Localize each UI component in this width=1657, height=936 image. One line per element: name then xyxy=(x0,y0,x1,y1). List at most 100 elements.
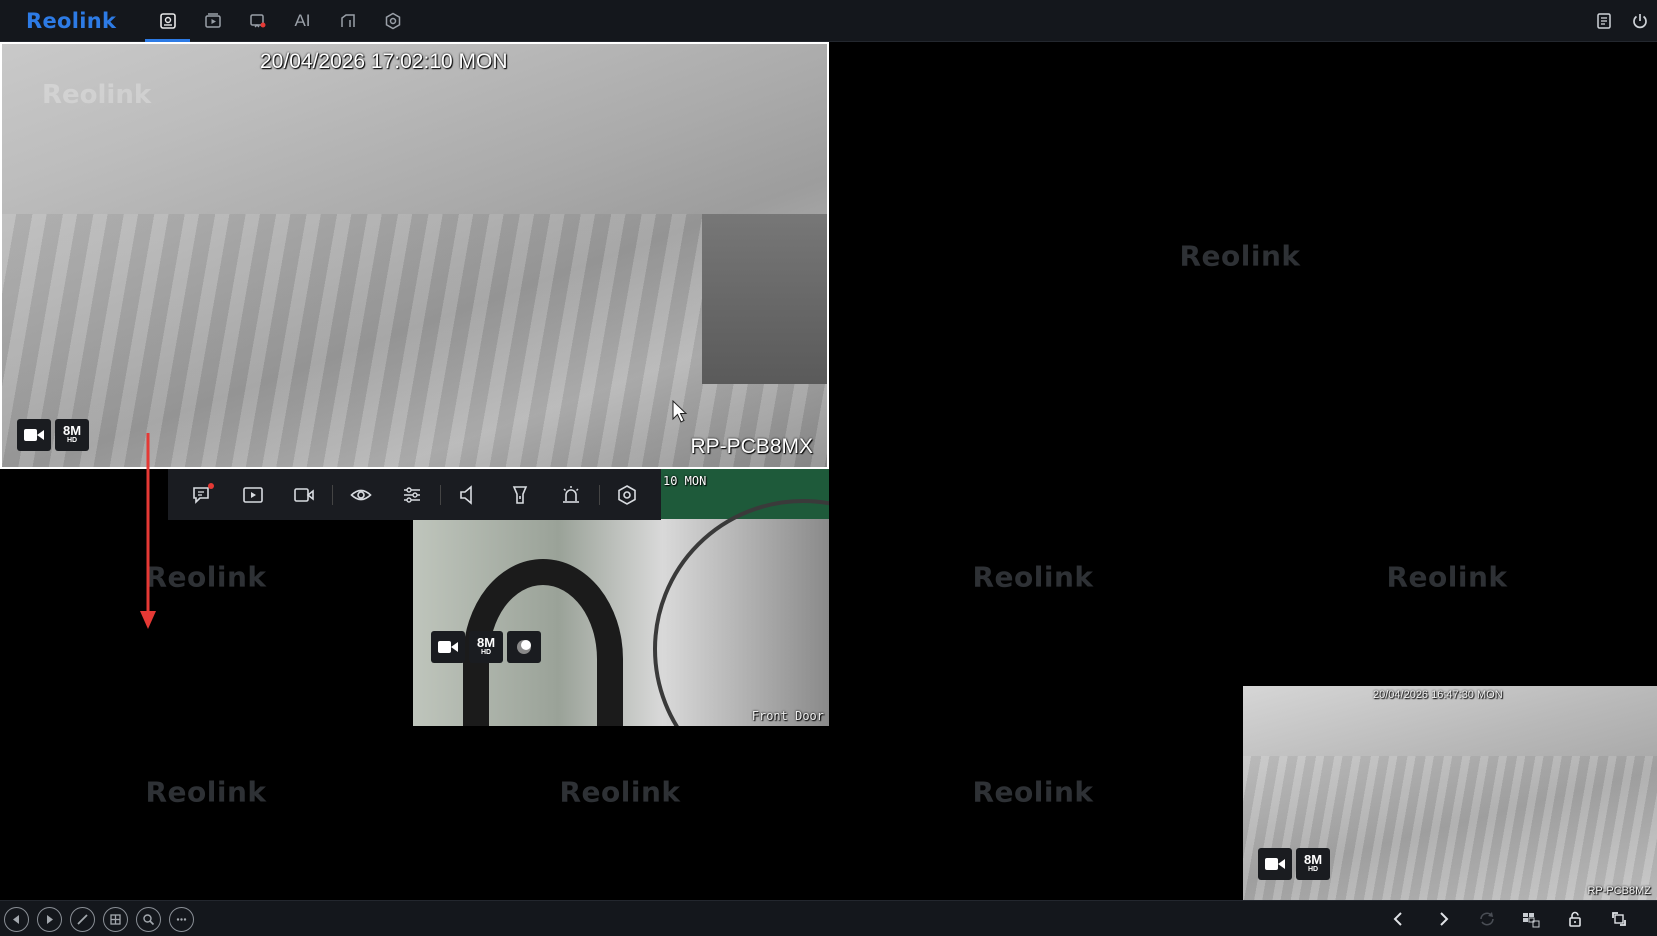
empty-slot-watermark: Reolink xyxy=(972,775,1094,809)
video-camera-icon xyxy=(24,429,44,441)
empty-slot-watermark: Reolink xyxy=(972,560,1094,594)
lock-icon xyxy=(1569,911,1581,927)
visibility-icon xyxy=(350,489,372,500)
settings-nav-icon xyxy=(385,12,400,30)
empty-slot-watermark: Reolink xyxy=(145,560,267,594)
playback-button[interactable] xyxy=(227,469,278,520)
toolbar-divider xyxy=(332,484,334,505)
camera-timestamp: 10 MON xyxy=(663,474,707,488)
resolution-label: 8M xyxy=(62,423,82,438)
chevron-left-icon xyxy=(1393,912,1402,926)
mouse-cursor-icon xyxy=(672,400,688,423)
main-nav: AI xyxy=(145,0,415,42)
lock-button[interactable] xyxy=(1565,909,1585,929)
fullscreen-icon xyxy=(1612,912,1626,926)
chevron-right-icon xyxy=(1440,912,1449,926)
camera-timestamp: 20/04/2026 17:02:10 MON xyxy=(260,50,508,73)
playback-nav-icon xyxy=(204,13,221,28)
notification-dot xyxy=(208,483,214,489)
nav-files[interactable] xyxy=(325,0,370,42)
previous-page-button[interactable] xyxy=(1389,909,1409,929)
alerts-nav-icon xyxy=(249,14,265,28)
fullscreen-button[interactable] xyxy=(1609,909,1629,929)
talk-button[interactable] xyxy=(176,469,227,520)
camera-tile-main[interactable]: Reolink 20/04/2026 17:02:10 MON RP-PCB8M… xyxy=(0,42,829,469)
nav-alerts[interactable] xyxy=(235,0,280,42)
adjust-button[interactable] xyxy=(386,469,437,520)
audio-button[interactable] xyxy=(443,469,494,520)
bottom-right-controls xyxy=(1389,901,1629,936)
video-feed-shadow xyxy=(702,214,827,384)
sequence-button[interactable] xyxy=(1477,909,1497,929)
resolution-badge: 8M HD xyxy=(55,419,89,451)
night-mode-badge xyxy=(507,631,541,663)
night-mode-icon xyxy=(517,640,531,654)
triangle-right-icon xyxy=(47,914,53,924)
empty-slot-watermark: Reolink xyxy=(1179,239,1301,273)
annotation-arrow xyxy=(140,433,156,629)
empty-slot-watermark: Reolink xyxy=(559,775,681,809)
ellipsis-icon xyxy=(176,917,187,921)
siren-icon xyxy=(563,485,580,503)
more-button[interactable] xyxy=(169,906,194,932)
ai-label: AI xyxy=(294,11,311,30)
grid-layout-icon xyxy=(1523,913,1540,928)
next-button[interactable] xyxy=(37,906,62,932)
camera-badges: 8M HD xyxy=(431,631,541,663)
resolution-label: 8M xyxy=(476,635,496,650)
resolution-badge: 8M HD xyxy=(1296,848,1330,880)
camera-settings-button[interactable] xyxy=(602,469,653,520)
resolution-sub-label: HD xyxy=(66,437,78,444)
record-status-badge xyxy=(431,631,465,663)
power-icon[interactable] xyxy=(1631,12,1649,30)
playback-icon xyxy=(243,486,263,503)
nav-settings[interactable] xyxy=(370,0,415,42)
nav-playback[interactable] xyxy=(190,0,235,42)
video-camera-icon xyxy=(1265,858,1285,870)
layout-icon xyxy=(110,913,121,925)
resolution-sub-label: HD xyxy=(1307,866,1319,873)
camera-name: RP-PCB8MZ xyxy=(1587,885,1651,897)
video-camera-icon xyxy=(438,641,458,653)
files-nav-icon xyxy=(340,14,355,27)
visibility-button[interactable] xyxy=(335,469,386,520)
camera-name: RP-PCB8MX xyxy=(690,435,813,458)
camera-tile-toolbar xyxy=(168,469,661,520)
resolution-sub-label: HD xyxy=(480,649,492,656)
feed-watermark: Reolink xyxy=(42,80,152,110)
bottom-bar xyxy=(0,900,1657,936)
triangle-left-icon xyxy=(13,914,19,924)
previous-button[interactable] xyxy=(4,906,29,932)
camera-tile-rp-pcb8mz[interactable]: 20/04/2026 16:47:30 MON RP-PCB8MZ 8M HD xyxy=(1243,686,1657,900)
resolution-badge: 8M HD xyxy=(469,631,503,663)
zoom-button[interactable] xyxy=(136,906,161,932)
record-status-badge xyxy=(1258,848,1292,880)
record-icon xyxy=(294,487,315,502)
record-button[interactable] xyxy=(279,469,330,520)
empty-slot-watermark: Reolink xyxy=(145,775,267,809)
reolink-logo: Reolink xyxy=(26,9,117,33)
live-view-icon xyxy=(159,13,176,29)
camera-timestamp: 20/04/2026 16:47:30 MON xyxy=(1373,689,1503,701)
layout-button[interactable] xyxy=(103,906,128,932)
nav-ai[interactable]: AI xyxy=(280,0,325,42)
notes-icon[interactable] xyxy=(1595,12,1613,30)
spotlight-icon xyxy=(512,485,527,504)
bottom-left-controls xyxy=(4,901,194,936)
spotlight-button[interactable] xyxy=(494,469,545,520)
grid-layout-button[interactable] xyxy=(1521,909,1541,929)
next-page-button[interactable] xyxy=(1433,909,1453,929)
sequence-icon xyxy=(1480,912,1494,926)
camera-grid: Reolink Reolink Reolink Reolink Reolink … xyxy=(0,42,1657,900)
video-feed-wire xyxy=(653,499,829,726)
camera-name: Front Door xyxy=(751,709,824,723)
edit-button[interactable] xyxy=(70,906,95,932)
siren-button[interactable] xyxy=(545,469,596,520)
audio-icon xyxy=(460,484,473,505)
nav-live-view[interactable] xyxy=(145,0,190,42)
record-status-badge xyxy=(17,419,51,451)
resolution-label: 8M xyxy=(1303,852,1323,867)
toolbar-divider xyxy=(598,484,600,505)
pencil-icon xyxy=(77,913,88,925)
settings-icon xyxy=(618,484,637,505)
